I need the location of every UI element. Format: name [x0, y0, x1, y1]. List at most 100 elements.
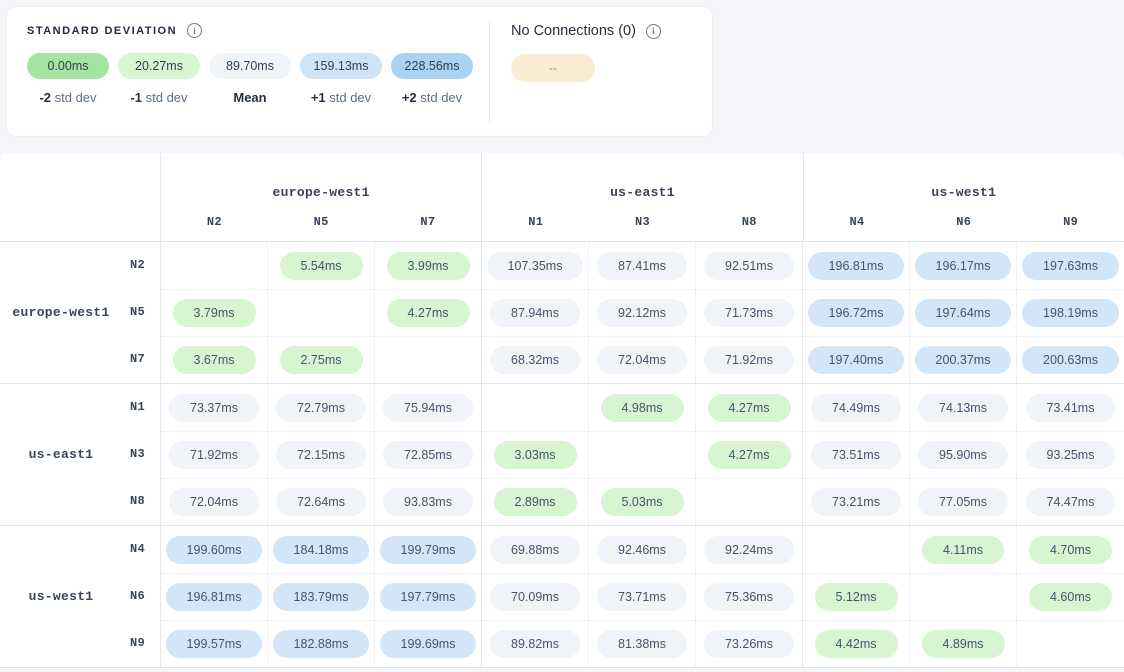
latency-cell-pill[interactable]: 4.98ms [601, 394, 684, 422]
latency-cell-pill[interactable]: 197.40ms [808, 346, 905, 374]
latency-cell-pill[interactable]: 4.27ms [708, 394, 791, 422]
latency-cell-pill[interactable]: 73.41ms [1026, 394, 1116, 422]
latency-cell-pill[interactable]: 73.26ms [704, 630, 794, 658]
latency-cell-pill[interactable]: 72.04ms [597, 346, 687, 374]
latency-cell-pill[interactable]: 197.64ms [915, 299, 1012, 327]
latency-cell-pill[interactable]: 4.27ms [387, 299, 470, 327]
latency-cell: 71.73ms [696, 290, 803, 336]
latency-cell: 196.81ms [161, 574, 268, 620]
latency-cell-pill[interactable]: 89.82ms [490, 630, 580, 658]
col-region-label: us-west1 [804, 185, 1124, 200]
latency-cell-pill[interactable]: 68.32ms [490, 346, 580, 374]
latency-cell-pill[interactable]: 77.05ms [918, 488, 1008, 516]
latency-cell: 183.79ms [268, 574, 375, 620]
latency-cell-pill[interactable]: 69.88ms [490, 536, 580, 564]
latency-cell: 197.63ms [1017, 242, 1124, 289]
latency-cell-pill[interactable]: 197.63ms [1022, 252, 1119, 280]
self-cell [1017, 621, 1124, 667]
latency-cell-pill[interactable]: 72.79ms [276, 394, 366, 422]
no-connections-legend: No Connections (0) i -- [511, 23, 661, 82]
latency-cell: 3.03ms [482, 432, 589, 478]
latency-cell-pill[interactable]: 95.90ms [918, 441, 1008, 469]
latency-cell-pill[interactable]: 73.21ms [811, 488, 901, 516]
latency-cell-pill[interactable]: 92.46ms [597, 536, 687, 564]
latency-cell-pill[interactable]: 73.71ms [597, 583, 687, 611]
col-region-label: europe-west1 [161, 185, 481, 200]
latency-cell-pill[interactable]: 75.94ms [383, 394, 473, 422]
latency-cell-pill[interactable]: 72.15ms [276, 441, 366, 469]
latency-cell-pill[interactable]: 183.79ms [273, 583, 370, 611]
latency-cell: 75.36ms [696, 574, 803, 620]
latency-cell-pill[interactable]: 4.11ms [922, 536, 1004, 564]
table-row: 3.79ms 4.27ms 87.94ms 92.12ms 71.73ms 196.72m… [161, 289, 1124, 336]
latency-cell-pill[interactable]: 74.13ms [918, 394, 1008, 422]
latency-cell-pill[interactable]: 196.81ms [808, 252, 905, 280]
latency-cell-pill[interactable]: 72.64ms [276, 488, 366, 516]
latency-cell-pill[interactable]: 92.24ms [704, 536, 794, 564]
latency-cell: 73.51ms [803, 432, 910, 478]
latency-cell-pill[interactable]: 2.89ms [494, 488, 577, 516]
latency-cell-pill[interactable]: 74.49ms [811, 394, 901, 422]
latency-cell-pill[interactable]: 72.85ms [383, 441, 473, 469]
latency-cell-pill[interactable]: 3.03ms [494, 441, 577, 469]
latency-cell: 107.35ms [482, 242, 589, 289]
latency-cell-pill[interactable]: 72.04ms [169, 488, 259, 516]
latency-cell-pill[interactable]: 74.47ms [1026, 488, 1116, 516]
self-cell [375, 337, 482, 383]
latency-cell-pill[interactable]: 182.88ms [273, 630, 370, 658]
latency-cell-pill[interactable]: 73.51ms [811, 441, 901, 469]
latency-cell: 73.71ms [589, 574, 696, 620]
latency-cell-pill[interactable]: 107.35ms [487, 252, 584, 280]
latency-cell: 5.03ms [589, 479, 696, 525]
table-row: 73.37ms 72.79ms 75.94ms 4.98ms 4.27ms 74.49ms… [161, 384, 1124, 431]
latency-cell: 74.49ms [803, 384, 910, 431]
latency-cell-pill[interactable]: 199.79ms [380, 536, 477, 564]
latency-cell-pill[interactable]: 92.51ms [704, 252, 794, 280]
latency-cell: 72.85ms [375, 432, 482, 478]
latency-cell-pill[interactable]: 5.54ms [280, 252, 363, 280]
row-group-label: us-east1N1N3N8 [0, 384, 161, 525]
info-icon[interactable]: i [187, 23, 202, 38]
latency-cell-pill[interactable]: 200.63ms [1022, 346, 1119, 374]
latency-cell-pill[interactable]: 199.57ms [166, 630, 263, 658]
legend-step-strong: Mean [233, 90, 266, 105]
latency-cell-pill[interactable]: 81.38ms [597, 630, 687, 658]
latency-cell-pill[interactable]: 71.92ms [704, 346, 794, 374]
latency-cell-pill[interactable]: 197.79ms [380, 583, 477, 611]
latency-cell-pill[interactable]: 87.94ms [490, 299, 580, 327]
latency-cell-pill[interactable]: 198.19ms [1022, 299, 1119, 327]
latency-cell-pill[interactable]: 71.92ms [169, 441, 259, 469]
latency-cell-pill[interactable]: 3.99ms [387, 252, 470, 280]
latency-cell-pill[interactable]: 184.18ms [273, 536, 370, 564]
latency-cell-pill[interactable]: 200.37ms [915, 346, 1012, 374]
latency-cell-pill[interactable]: 71.73ms [704, 299, 794, 327]
latency-cell: 4.42ms [803, 621, 910, 667]
latency-cell-pill[interactable]: 196.72ms [808, 299, 905, 327]
latency-cell-pill[interactable]: 4.60ms [1029, 583, 1112, 611]
latency-cell-pill[interactable]: 92.12ms [597, 299, 687, 327]
latency-cell-pill[interactable]: 70.09ms [490, 583, 580, 611]
self-cell [696, 479, 803, 525]
latency-cell-pill[interactable]: 3.79ms [173, 299, 256, 327]
info-icon[interactable]: i [646, 24, 661, 39]
col-node-label: N6 [910, 215, 1017, 229]
latency-cell-pill[interactable]: 93.83ms [383, 488, 473, 516]
latency-cell-pill[interactable]: 3.67ms [173, 346, 256, 374]
latency-cell-pill[interactable]: 4.89ms [922, 630, 1005, 658]
latency-cell-pill[interactable]: 4.27ms [708, 441, 791, 469]
latency-cell-pill[interactable]: 73.37ms [169, 394, 259, 422]
latency-cell-pill[interactable]: 93.25ms [1026, 441, 1116, 469]
latency-cell-pill[interactable]: 5.12ms [815, 583, 898, 611]
latency-cell-pill[interactable]: 199.69ms [380, 630, 477, 658]
latency-cell: 4.60ms [1017, 574, 1124, 620]
latency-cell-pill[interactable]: 196.17ms [915, 252, 1012, 280]
latency-cell-pill[interactable]: 196.81ms [166, 583, 263, 611]
latency-cell: 93.83ms [375, 479, 482, 525]
latency-cell-pill[interactable]: 5.03ms [601, 488, 684, 516]
latency-cell-pill[interactable]: 4.42ms [815, 630, 898, 658]
latency-cell-pill[interactable]: 87.41ms [597, 252, 687, 280]
latency-cell-pill[interactable]: 75.36ms [704, 583, 794, 611]
latency-cell-pill[interactable]: 2.75ms [280, 346, 363, 374]
latency-cell-pill[interactable]: 199.60ms [166, 536, 263, 564]
latency-cell-pill[interactable]: 4.70ms [1029, 536, 1112, 564]
